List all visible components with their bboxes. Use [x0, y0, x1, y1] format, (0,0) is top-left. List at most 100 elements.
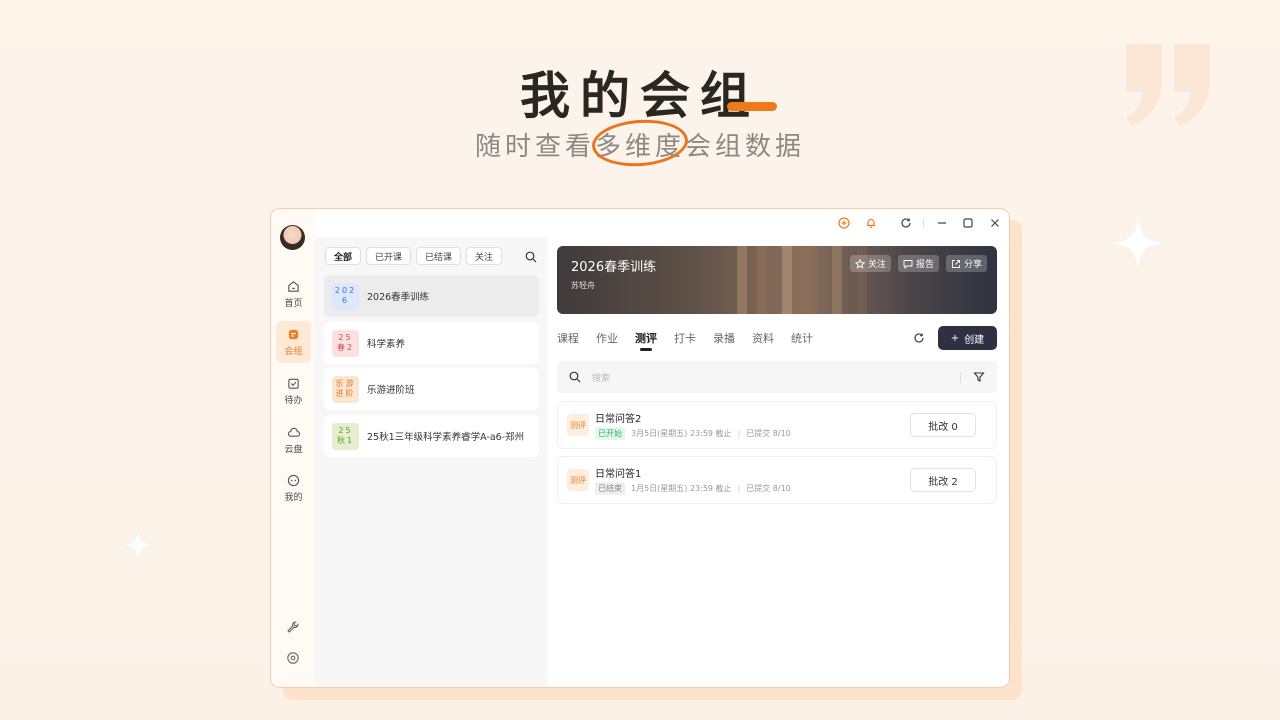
- rail-item-cloud[interactable]: 云盘: [276, 419, 311, 461]
- evaluation-title: 日常问答1: [595, 469, 642, 480]
- group-name: 2026春季训练: [367, 292, 430, 303]
- rail-item-group[interactable]: 会组: [276, 321, 311, 363]
- share-label: 分享: [964, 260, 983, 270]
- rail-item-label: 待办: [284, 395, 303, 406]
- tab-statistics[interactable]: 统计: [791, 330, 813, 350]
- maximize-icon[interactable]: [960, 215, 976, 231]
- hero-title-text: 我的会组: [520, 67, 760, 125]
- tab-evaluation[interactable]: 测评: [635, 330, 657, 351]
- tab-course[interactable]: 课程: [557, 330, 579, 350]
- group-item[interactable]: 2026 2026春季训练: [324, 275, 539, 317]
- rail-item-label: 首页: [284, 298, 303, 309]
- follow-label: 关注: [868, 260, 887, 270]
- evaluation-meta: 已开始 3月5日(星期五) 23:59 截止 | 已提交 8/10: [595, 426, 791, 440]
- hero-title: 我的会组: [0, 56, 1280, 128]
- group-banner: 2026春季训练 苏轻舟 关注 报告 分享: [557, 246, 997, 314]
- report-button[interactable]: 报告: [898, 255, 940, 272]
- evaluation-item[interactable]: 测评 日常问答2 已开始 3月5日(星期五) 23:59 截止 | 已提交 8/…: [557, 401, 997, 449]
- group-badge: 25春2: [332, 329, 359, 357]
- search-icon[interactable]: [525, 251, 537, 263]
- evaluation-title: 日常问答2: [595, 414, 642, 425]
- filter-ended[interactable]: 已结课: [416, 247, 462, 265]
- titlebar-divider: [923, 218, 924, 228]
- evaluation-meta: 已结束 1月5日(星期五) 23:59 截止 | 已提交 8/10: [595, 481, 791, 495]
- banner-title: 2026春季训练: [571, 260, 657, 275]
- group-badge: 25秋1: [332, 422, 359, 450]
- tab-checkin[interactable]: 打卡: [674, 330, 696, 350]
- rail-item-label: 我的: [284, 492, 303, 503]
- filter-started[interactable]: 已开课: [366, 247, 412, 265]
- tab-homework[interactable]: 作业: [596, 330, 618, 350]
- tab-materials[interactable]: 资料: [752, 330, 774, 350]
- search-divider: [960, 372, 961, 383]
- status-badge: 已开始: [595, 426, 625, 440]
- review-button[interactable]: 批改 2: [910, 468, 976, 492]
- wrench-icon[interactable]: [286, 620, 300, 634]
- group-name: 乐游进阶班: [367, 385, 415, 396]
- evaluation-submitted: 已提交 8/10: [746, 483, 791, 493]
- search-icon: [569, 371, 581, 383]
- nav-rail: 首页 会组 待办 云盘 我的: [271, 209, 315, 687]
- close-icon[interactable]: [987, 215, 1003, 231]
- share-icon: [952, 259, 960, 268]
- rail-item-todo[interactable]: 待办: [276, 370, 311, 412]
- filter-followed[interactable]: 关注: [466, 247, 503, 265]
- group-item[interactable]: 25秋1 25秋1三年级科学素养睿学A-a6-郑州: [324, 415, 539, 457]
- report-label: 报告: [916, 260, 935, 270]
- profile-icon: [287, 474, 300, 486]
- todo-icon: [288, 378, 299, 389]
- refresh-icon[interactable]: [898, 215, 914, 231]
- rail-item-label: 会组: [284, 346, 303, 357]
- group-icon: [288, 329, 299, 339]
- star-icon: [855, 258, 865, 269]
- evaluation-search[interactable]: 搜索: [557, 361, 997, 393]
- meta-separator: |: [737, 483, 741, 493]
- filter-icon[interactable]: [973, 371, 985, 383]
- sparkle-icon: [1113, 218, 1163, 268]
- plus-icon: +: [950, 332, 960, 344]
- sparkle-icon: [124, 531, 152, 559]
- evaluation-tag: 测评: [567, 414, 589, 436]
- app-window: 首页 会组 待办 云盘 我的 全部 已开课 已结课 关注 2026 2026春季…: [270, 208, 1010, 688]
- tab-recording[interactable]: 录播: [713, 330, 735, 350]
- rail-item-home[interactable]: 首页: [276, 273, 311, 315]
- meta-separator: |: [737, 428, 741, 438]
- group-detail: 2026春季训练 苏轻舟 关注 报告 分享 课程 作业 测评 打卡 录播 资料 …: [557, 246, 998, 686]
- cloud-icon: [287, 427, 300, 437]
- status-badge: 已结束: [595, 481, 625, 495]
- filter-all[interactable]: 全部: [325, 247, 362, 265]
- evaluation-tag: 测评: [567, 469, 589, 491]
- group-name: 25秋1三年级科学素养睿学A-a6-郑州: [367, 432, 525, 443]
- rail-item-profile[interactable]: 我的: [276, 467, 311, 509]
- group-name: 科学素养: [367, 339, 406, 350]
- create-button[interactable]: + 创建: [938, 326, 997, 350]
- title-bar: [271, 209, 1009, 237]
- evaluation-submitted: 已提交 8/10: [746, 428, 791, 438]
- detail-tabs: 课程 作业 测评 打卡 录播 资料 统计: [557, 330, 830, 351]
- refresh-icon[interactable]: [913, 332, 925, 344]
- bell-icon[interactable]: [863, 215, 879, 231]
- minimize-icon[interactable]: [934, 215, 950, 231]
- group-badge: 乐游进阶: [332, 375, 359, 403]
- quote-mark-icon: [1126, 44, 1210, 126]
- group-list-pane: 全部 已开课 已结课 关注 2026 2026春季训练 25春2 科学素养 乐游…: [315, 237, 548, 687]
- group-badge: 2026: [332, 282, 359, 310]
- group-item[interactable]: 乐游进阶 乐游进阶班: [324, 368, 539, 410]
- follow-button[interactable]: 关注: [850, 255, 892, 272]
- group-filters: 全部 已开课 已结课 关注: [325, 247, 503, 265]
- create-label: 创建: [964, 334, 985, 346]
- report-icon: [903, 259, 913, 269]
- title-underline-accent: [727, 102, 777, 111]
- settings-icon[interactable]: [286, 651, 300, 665]
- review-button[interactable]: 批改 0: [910, 413, 976, 437]
- add-circle-icon[interactable]: [836, 215, 852, 231]
- evaluation-deadline: 3月5日(星期五) 23:59 截止: [631, 428, 732, 438]
- rail-item-label: 云盘: [284, 444, 303, 455]
- group-item[interactable]: 25春2 科学素养: [324, 322, 539, 364]
- evaluation-deadline: 1月5日(星期五) 23:59 截止: [631, 483, 732, 493]
- banner-owner: 苏轻舟: [571, 281, 595, 290]
- share-button[interactable]: 分享: [946, 255, 988, 272]
- search-input[interactable]: 搜索: [592, 371, 610, 384]
- home-icon: [288, 280, 299, 292]
- evaluation-item[interactable]: 测评 日常问答1 已结束 1月5日(星期五) 23:59 截止 | 已提交 8/…: [557, 456, 997, 504]
